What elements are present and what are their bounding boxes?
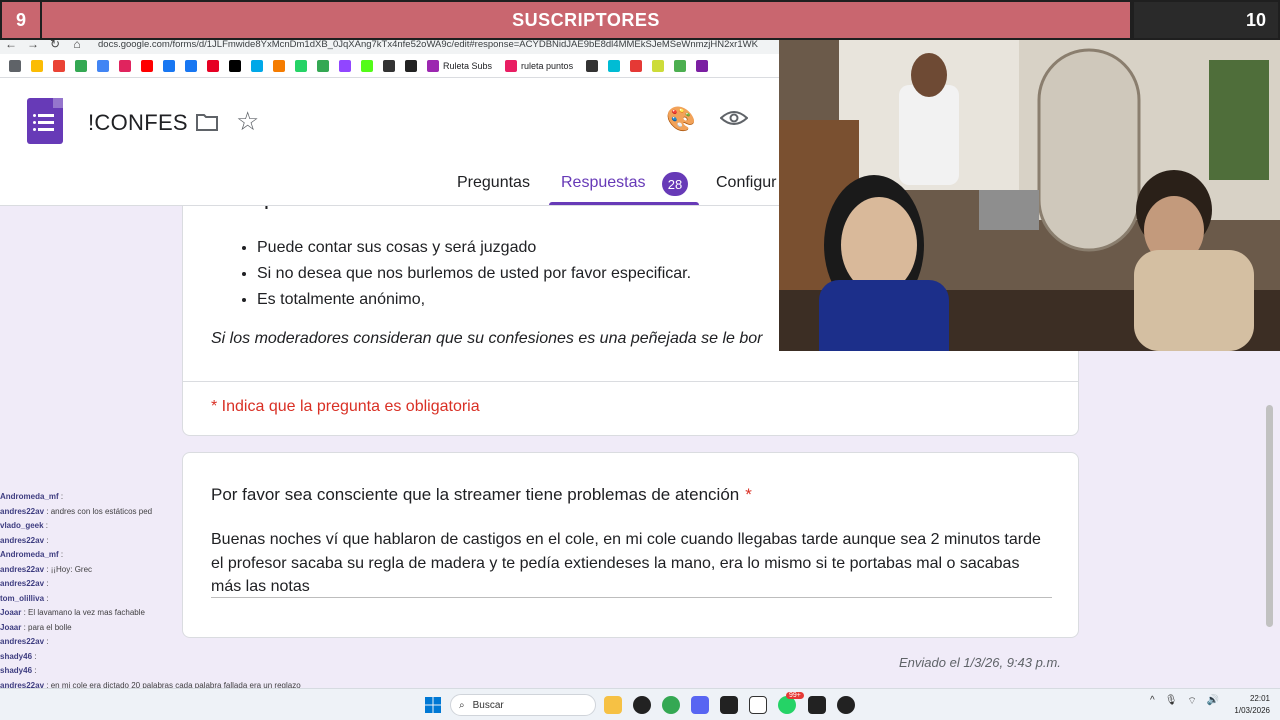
chevron-up-icon[interactable]: ^ (1150, 695, 1155, 708)
bookmark-icon[interactable] (97, 59, 109, 72)
volume-icon[interactable]: 🔊 (1207, 695, 1219, 708)
bookmark-icon[interactable] (119, 59, 131, 72)
bookmark-icon[interactable] (405, 59, 417, 72)
system-tray: ^ 🎙 ⌔ 🔊 (1150, 695, 1219, 708)
scrollbar[interactable] (1266, 405, 1273, 627)
bookmark-icon[interactable] (586, 59, 599, 72)
bookmark-icon[interactable] (652, 59, 665, 72)
required-note: * Indica que la pregunta es obligatoria (211, 398, 480, 415)
chat-message: andres22av : (0, 579, 49, 588)
chat-message: andres22av : ¡¡Hoy: Grec (0, 564, 93, 574)
rule-item: Puede contar sus cosas y será juzgado (257, 235, 691, 261)
webcam-image (779, 40, 1280, 351)
rules-list: Puede contar sus cosas y será juzgado Si… (257, 235, 691, 313)
preview-eye-icon[interactable] (720, 110, 748, 126)
chat-message: vlado_geek : (0, 521, 49, 530)
maps-icon[interactable] (317, 59, 329, 72)
chat-message: andres22av : (0, 637, 49, 646)
kick-icon[interactable] (361, 59, 373, 72)
chat-message: andres22av : andres con los estáticos pe… (0, 506, 153, 516)
tiktok-icon[interactable] (229, 59, 241, 72)
notion-icon[interactable] (749, 696, 767, 714)
gmail-icon[interactable] (53, 59, 65, 72)
bookmark-icon[interactable] (75, 59, 87, 72)
windows-taskbar: ⌕ Buscar 99+ ^ 🎙 ⌔ 🔊 22:01 1/03/2026 (0, 688, 1280, 720)
form-title[interactable]: !CONFES (88, 110, 188, 136)
drive-icon[interactable] (31, 59, 43, 72)
ruleta-icon (505, 59, 518, 72)
rule-item: Si no desea que nos burlemos de usted po… (257, 261, 691, 287)
subscriber-current-count: 9 (0, 0, 42, 40)
required-asterisk: * (745, 485, 752, 504)
folder-icon[interactable] (195, 112, 219, 132)
youtube-icon[interactable] (141, 59, 153, 72)
palette-icon[interactable]: 🎨 (666, 105, 696, 134)
bookmark-icon[interactable] (251, 59, 263, 72)
subscriber-title: SUSCRIPTORES (40, 0, 1132, 40)
url-field[interactable]: docs.google.com/forms/d/1JLFmwide8YxMcnD… (98, 39, 758, 50)
chat-message: andres22av : (0, 535, 49, 545)
ruleta-icon (427, 59, 439, 72)
tab-responses[interactable]: Respuestas (561, 174, 646, 192)
twitch-icon[interactable] (339, 59, 351, 72)
microphone-icon[interactable]: 🎙 (1165, 695, 1178, 708)
bookmark-icon[interactable] (674, 59, 687, 72)
chrome-icon[interactable] (662, 696, 680, 714)
windows-start-icon[interactable] (425, 697, 441, 713)
question-card: Por favor sea consciente que la streamer… (182, 452, 1079, 638)
webcam-feed (779, 40, 1280, 351)
bookmark-icon[interactable] (630, 59, 643, 72)
bookmark-icon[interactable] (383, 59, 395, 72)
subscriber-goal-count: 10 (1132, 0, 1280, 40)
divider (183, 381, 1078, 382)
chat-message: Joaar : El lavamano la vez mas fachable (0, 608, 145, 617)
bookmark-ruleta-puntos[interactable]: ruleta puntos (500, 59, 573, 72)
search-icon: ⌕ (459, 699, 465, 711)
bookmark-icon[interactable] (273, 59, 285, 72)
bookmark-ruleta-subs[interactable]: Ruleta Subs (422, 59, 492, 72)
responses-count-badge: 28 (662, 172, 688, 196)
pinterest-icon[interactable] (207, 59, 219, 72)
file-explorer-icon[interactable] (604, 696, 622, 714)
active-tab-indicator (549, 202, 699, 205)
chatgpt-icon[interactable] (633, 696, 651, 714)
chat-message: tom_olilliva : (0, 593, 49, 603)
obs-icon[interactable] (837, 696, 855, 714)
answer-underline (211, 597, 1052, 598)
tab-questions[interactable]: Preguntas (457, 174, 530, 192)
google-forms-logo-icon[interactable] (27, 98, 63, 144)
sent-timestamp: Enviado el 1/3/26, 9:43 p.m. (899, 655, 1061, 670)
chat-message: shady46 : (0, 651, 37, 661)
whatsapp-icon[interactable] (295, 59, 307, 72)
stream-chat-overlay: Andromeda_mf : andres22av : andres con l… (0, 490, 301, 720)
bookmark-icon[interactable] (696, 59, 709, 72)
wifi-icon[interactable]: ⌔ (1187, 695, 1196, 708)
capcut-icon[interactable] (808, 696, 826, 714)
taskbar-search[interactable]: ⌕ Buscar (450, 694, 596, 716)
moderator-note: Si los moderadores consideran que su con… (211, 330, 763, 347)
subscriber-overlay: 9 SUSCRIPTORES 10 (0, 0, 1280, 40)
capcut-icon[interactable] (720, 696, 738, 714)
facebook-icon[interactable] (163, 59, 175, 72)
chat-message: Andromeda_mf : (0, 550, 64, 559)
apps-icon[interactable] (9, 59, 21, 72)
facebook-icon[interactable] (185, 59, 197, 72)
chat-message: shady46 : (0, 666, 37, 675)
star-icon[interactable]: ☆ (236, 108, 259, 134)
system-clock[interactable]: 22:01 1/03/2026 (1228, 693, 1270, 717)
bookmarks-bar: Ruleta Subs ruleta puntos (0, 54, 780, 78)
rule-item: Es totalmente anónimo, (257, 287, 691, 313)
chat-message: Joaar : para el bolle (0, 622, 72, 632)
tab-settings[interactable]: Configur (716, 174, 776, 192)
whatsapp-badge: 99+ (786, 692, 804, 699)
chat-message: Andromeda_mf : (0, 492, 64, 501)
bookmark-icon[interactable] (608, 59, 621, 72)
answer-text: Buenas noches ví que hablaron de castigo… (211, 531, 1041, 595)
discord-icon[interactable] (691, 696, 709, 714)
